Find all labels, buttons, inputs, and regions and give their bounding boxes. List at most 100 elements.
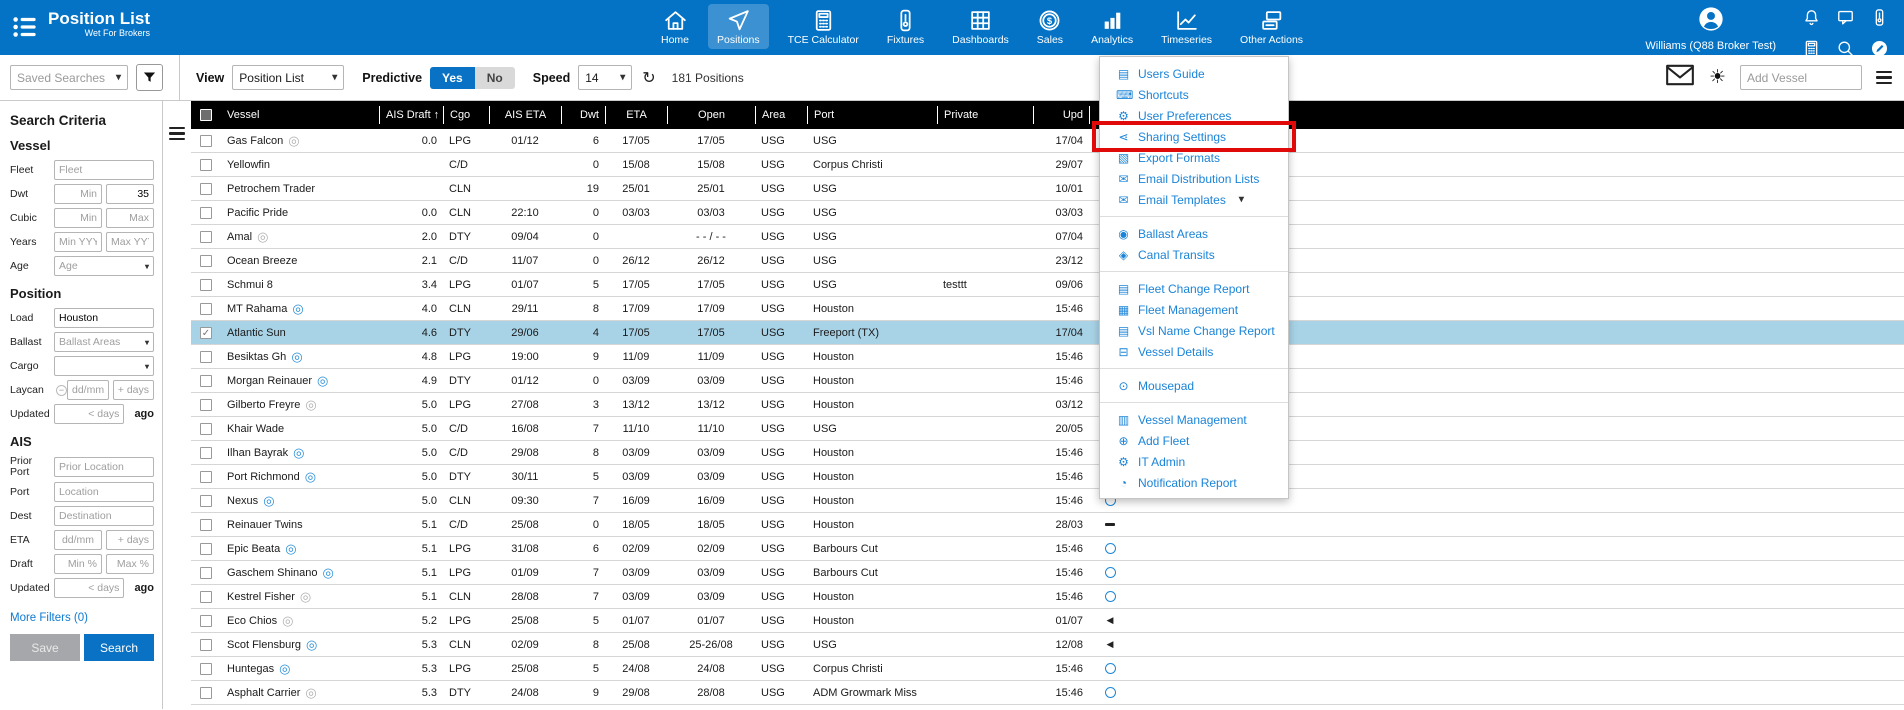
menu-item-ballast-areas[interactable]: ◉ Ballast Areas [1100,223,1288,244]
open-date-cell[interactable]: 13/12 [667,398,755,411]
open-date-cell[interactable]: 26/12 [667,255,755,267]
nav-item-sales[interactable]: $ Sales [1028,4,1072,49]
laycan-input[interactable] [67,380,109,400]
brightness-sun-icon[interactable]: ☀ [1709,66,1726,89]
col-dwt[interactable]: Dwt [561,106,605,124]
laycan-minus-icon[interactable]: − [56,384,67,396]
position-status-icon[interactable]: ◀ [1089,616,1131,625]
save-button[interactable]: Save [10,634,80,661]
row-checkbox[interactable] [200,182,212,195]
menu-item-add-fleet[interactable]: ⊕ Add Fleet [1100,430,1288,451]
menu-item-fleet-change-report[interactable]: ▤ Fleet Change Report [1100,278,1288,299]
row-checkbox[interactable] [200,398,212,411]
select-all-checkbox[interactable] [200,109,212,121]
vessel-name[interactable]: MT Rahama [227,303,287,315]
col-ais-draft[interactable]: AIS Draft ↑ [379,106,443,124]
vessel-name[interactable]: Eco Chios [227,615,277,627]
speed-select[interactable]: 14 ▾ [578,65,633,90]
row-checkbox[interactable] [200,542,212,555]
open-date-cell[interactable]: 17/05 [667,134,755,147]
col-area[interactable]: Area [755,106,807,124]
row-checkbox[interactable] [200,278,212,291]
vessel-name[interactable]: Reinauer Twins [227,519,303,531]
dest-input[interactable] [54,506,154,526]
table-row[interactable]: Ocean Breeze 2.1 C/D 11/07 0 26/12 26/12 USG USG… [191,249,1904,273]
position-status-icon[interactable] [1089,543,1131,554]
open-date-cell[interactable]: 11/09 [667,350,755,363]
open-date-cell[interactable]: 25-26/08 [667,638,755,651]
position-status-icon[interactable] [1089,687,1131,698]
draft-input[interactable] [54,554,102,574]
menu-item-email-templates[interactable]: ✉ Email Templates ▾ [1100,189,1288,210]
nav-item-positions[interactable]: Positions [708,4,769,49]
table-row[interactable]: Asphalt Carrier ◎ 5.3 DTY 24/08 9 29/08 28/08 US… [191,681,1904,705]
open-date-cell[interactable]: 15/08 [667,159,755,171]
fixtures-shortcut-icon[interactable] [1870,8,1889,32]
vessel-name[interactable]: Nexus [227,495,258,507]
refresh-icon[interactable]: ↻ [642,68,655,88]
view-select[interactable]: Position List ▾ [232,65,345,90]
position-status-icon[interactable]: ◀ [1089,640,1131,649]
saved-searches-select[interactable]: Saved Searches ▾ [10,65,128,90]
open-date-cell[interactable]: 25/01 [667,183,755,195]
eta-input[interactable] [106,530,154,550]
row-checkbox[interactable] [200,134,212,147]
nav-item-analytics[interactable]: Analytics [1082,4,1142,49]
col-open[interactable]: Open [667,106,755,124]
menu-item-sharing-settings[interactable]: ⋖ Sharing Settings [1100,126,1288,147]
more-filters-link[interactable]: More Filters (0) [10,612,88,624]
search-button[interactable]: Search [84,634,154,661]
vessel-name[interactable]: Petrochem Trader [227,183,315,195]
messages-chat-icon[interactable] [1836,8,1855,32]
years-input[interactable] [106,232,154,252]
predictive-yes-button[interactable]: Yes [430,66,475,89]
row-checkbox[interactable] [200,662,212,675]
nav-item-other-actions[interactable]: Other Actions [1231,4,1312,49]
email-envelope-icon[interactable] [1665,64,1695,91]
open-date-cell[interactable]: 03/09 [667,590,755,603]
table-row[interactable]: Eco Chios ◎ 5.2 LPG 25/08 5 01/07 01/07 USG Houst… [191,609,1904,633]
vessel-name[interactable]: Huntegas [227,663,274,675]
notifications-bell-icon[interactable] [1802,8,1821,32]
col-private[interactable]: Private [937,106,1033,124]
col-cgo[interactable]: Cgo [443,106,489,124]
vessel-name[interactable]: Atlantic Sun [227,327,286,339]
eta-input[interactable] [54,530,102,550]
table-row[interactable]: Ilhan Bayrak ◎ 5.0 C/D 29/08 8 03/09 03/09 USG Ho… [191,441,1904,465]
table-row[interactable]: Schmui 8 3.4 LPG 01/07 5 17/05 17/05 USG USG test… [191,273,1904,297]
vessel-name[interactable]: Ocean Breeze [227,255,297,267]
nav-item-timeseries[interactable]: Timeseries [1152,4,1221,49]
draft-input[interactable] [106,554,154,574]
ballast-select[interactable]: Ballast Areas ▾ [54,332,154,352]
open-date-cell[interactable]: 17/05 [667,327,755,339]
position-status-icon[interactable] [1089,567,1131,578]
menu-item-email-distribution-lists[interactable]: ✉ Email Distribution Lists [1100,168,1288,189]
menu-item-fleet-management[interactable]: ▦ Fleet Management [1100,299,1288,320]
col-upd[interactable]: Upd [1033,106,1089,124]
vessel-name[interactable]: Scot Flensburg [227,639,301,651]
menu-item-it-admin[interactable]: ⚙ IT Admin [1100,451,1288,472]
port-input[interactable] [54,482,154,502]
open-date-cell[interactable]: 11/10 [667,423,755,435]
menu-item-notification-report[interactable]: ◔ Notification Report [1100,472,1288,493]
nav-item-tce-calculator[interactable]: TCE Calculator [779,4,868,49]
table-row[interactable]: Nexus ◎ 5.0 CLN 09:30 7 16/09 16/09 USG Houston 15… [191,489,1904,513]
menu-item-shortcuts[interactable]: ⌨ Shortcuts [1100,84,1288,105]
row-checkbox[interactable] [200,566,212,579]
row-checkbox[interactable] [200,686,212,699]
col-ais-eta[interactable]: AIS ETA [489,106,561,124]
table-row[interactable]: Scot Flensburg ◎ 5.3 CLN 02/09 8 25/08 25-26/08… [191,633,1904,657]
menu-burger-icon[interactable] [1876,70,1892,85]
vessel-name[interactable]: Khair Wade [227,423,284,435]
vessel-name[interactable]: Port Richmond [227,471,300,483]
table-row[interactable]: Reinauer Twins 5.1 C/D 25/08 0 18/05 18/05 USG H… [191,513,1904,537]
row-checkbox[interactable] [200,446,212,459]
table-row[interactable]: Kestrel Fisher ◎ 5.1 CLN 28/08 7 03/09 03/09 USG… [191,585,1904,609]
predictive-no-button[interactable]: No [474,66,515,89]
table-row[interactable]: Gaschem Shinano ◎ 5.1 LPG 01/09 7 03/09 03/09 US… [191,561,1904,585]
open-date-cell[interactable]: 28/08 [667,686,755,699]
menu-item-vessel-details[interactable]: ⊟ Vessel Details [1100,341,1288,362]
menu-item-export-formats[interactable]: ▧ Export Formats [1100,147,1288,168]
open-date-cell[interactable]: 03/09 [667,566,755,579]
app-logo[interactable]: Position List Wet For Brokers [10,9,150,42]
